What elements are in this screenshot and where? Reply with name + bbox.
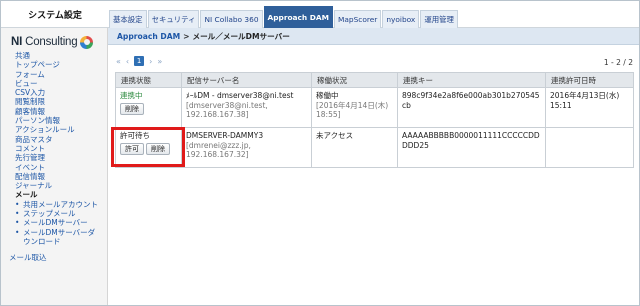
sidebar-item-mail-dm-server-download[interactable]: メールDMサーバーダウンロード bbox=[15, 228, 99, 247]
pager-last-icon[interactable]: » bbox=[157, 57, 162, 66]
server-detail: [dmrenei@zzz.jp, 192.168.167.32] bbox=[186, 140, 251, 160]
tab-bar: 基本設定 セキュリティ NI Collabo 360 Approach DAM … bbox=[109, 4, 459, 28]
logo-text: NI Consulting bbox=[11, 36, 78, 48]
sidebar-item-lead-management[interactable]: 先行管理 bbox=[15, 153, 107, 162]
table-row: 許可待ち 許可 削除 DMSERVER-DAMMY3 [dmrenei@zzz.j… bbox=[115, 127, 634, 168]
column-header-link-status: 連携状態 bbox=[115, 72, 182, 88]
tab-security[interactable]: セキュリティ bbox=[147, 10, 200, 28]
cell-operation-status: 未アクセス bbox=[311, 127, 398, 168]
sidebar-item-view[interactable]: ビュー bbox=[15, 79, 107, 88]
sidebar-item-mail-import[interactable]: メール取込 bbox=[9, 253, 107, 262]
sidebar-item-product-master[interactable]: 商品マスタ bbox=[15, 135, 107, 144]
app-title: システム設定 bbox=[28, 11, 82, 21]
tab-ni-collabo[interactable]: NI Collabo 360 bbox=[200, 10, 263, 28]
page-count: 1 - 2 / 2 bbox=[603, 58, 633, 67]
sidebar: NI Consulting 共通 トップページ フォーム ビュー CSV入力 閲… bbox=[1, 28, 108, 305]
logo: NI Consulting bbox=[11, 34, 94, 50]
status-badge: 連携中 bbox=[120, 91, 143, 100]
highlight-annotation-box bbox=[111, 127, 185, 167]
column-header-allowed-at: 連携許可日時 bbox=[545, 72, 634, 88]
cell-server-name: ﾒｰﾙDM - dmserver38@ni.test [dmserver38@n… bbox=[181, 87, 312, 128]
sidebar-item-toppage[interactable]: トップページ bbox=[15, 60, 107, 69]
sidebar-item-comment[interactable]: コメント bbox=[15, 144, 107, 153]
dm-server-table: 連携状態 配信サーバー名 稼働状況 連携キー 連携許可日時 連携中 削除 ﾒｰﾙ… bbox=[115, 72, 634, 168]
sidebar-item-action-rule[interactable]: アクションルール bbox=[15, 125, 107, 134]
logo-mark-icon bbox=[80, 35, 94, 49]
sidebar-item-common[interactable]: 共通 bbox=[15, 51, 107, 60]
breadcrumb-root-link[interactable]: Approach DAM bbox=[117, 32, 180, 41]
pager-prev-icon[interactable]: ‹ bbox=[126, 57, 129, 66]
sidebar-item-shared-mail-account[interactable]: 共用メールアカウント bbox=[15, 200, 107, 210]
cell-allowed-at: 2016年4月13日(水) 15:11 bbox=[545, 87, 634, 128]
sidebar-item-view-restriction[interactable]: 閲覧制限 bbox=[15, 97, 107, 106]
pager-current-page[interactable]: 1 bbox=[134, 56, 145, 66]
tab-mapscorer[interactable]: MapScorer bbox=[333, 10, 382, 28]
pager-next-icon[interactable]: › bbox=[149, 57, 152, 66]
sidebar-item-form[interactable]: フォーム bbox=[15, 70, 107, 79]
sidebar-item-event[interactable]: イベント bbox=[15, 163, 107, 172]
pager: « ‹ 1 › » bbox=[116, 56, 167, 66]
sidebar-nav: 共通 トップページ フォーム ビュー CSV入力 閲覧制限 顧客情報 パーソン情… bbox=[9, 51, 107, 263]
breadcrumb-separator: > bbox=[183, 31, 190, 41]
operation-timestamp: [2016年4月14日(木) 18:55] bbox=[316, 100, 389, 120]
cell-link-key: AAAAABBBBB0000011111CCCCCDDDDD25 bbox=[397, 127, 546, 168]
table-header-row: 連携状態 配信サーバー名 稼働状況 連携キー 連携許可日時 bbox=[115, 72, 634, 88]
server-detail: [dmserver38@ni.test, 192.168.167.38] bbox=[186, 100, 268, 120]
sidebar-heading-mail: メール bbox=[15, 190, 38, 200]
table-row: 連携中 削除 ﾒｰﾙDM - dmserver38@ni.test [dmser… bbox=[115, 87, 634, 128]
top-bar: システム設定 基本設定 セキュリティ NI Collabo 360 Approa… bbox=[1, 1, 639, 28]
delete-button[interactable]: 削除 bbox=[120, 102, 144, 115]
sidebar-item-step-mail[interactable]: ステップメール bbox=[15, 209, 107, 219]
cell-allowed-at bbox=[545, 127, 634, 168]
cell-server-name: DMSERVER-DAMMY3 [dmrenei@zzz.jp, 192.168… bbox=[181, 127, 312, 168]
cell-operation-status: 稼働中 [2016年4月14日(木) 18:55] bbox=[311, 87, 398, 128]
server-name: ﾒｰﾙDM - dmserver38@ni.test bbox=[186, 91, 294, 100]
tab-approach-dam[interactable]: Approach DAM bbox=[263, 6, 333, 28]
main-content: Approach DAM > メール／メールDMサーバー « ‹ 1 › » 1… bbox=[108, 28, 639, 305]
cell-link-status: 連携中 削除 bbox=[115, 87, 182, 128]
breadcrumb-current: メール／メールDMサーバー bbox=[192, 31, 290, 41]
tab-nyoibox[interactable]: nyoibox bbox=[382, 10, 420, 28]
operation-status: 未アクセス bbox=[316, 131, 354, 140]
tab-operations[interactable]: 運用管理 bbox=[420, 10, 458, 28]
column-header-operation-status: 稼働状況 bbox=[311, 72, 398, 88]
breadcrumb: Approach DAM > メール／メールDMサーバー bbox=[108, 28, 639, 45]
column-header-server-name: 配信サーバー名 bbox=[181, 72, 312, 88]
sidebar-item-journal[interactable]: ジャーナル bbox=[15, 181, 107, 190]
cell-link-key: 898c9f34e2a8f6e000ab301b270545cb bbox=[397, 87, 546, 128]
sidebar-item-mail-dm-server[interactable]: メールDMサーバー bbox=[15, 218, 107, 228]
sidebar-item-customer-info[interactable]: 顧客情報 bbox=[15, 107, 107, 116]
server-name: DMSERVER-DAMMY3 bbox=[186, 131, 264, 140]
column-header-link-key: 連携キー bbox=[397, 72, 546, 88]
tab-basic-settings[interactable]: 基本設定 bbox=[109, 10, 147, 28]
pager-first-icon[interactable]: « bbox=[116, 57, 121, 66]
sidebar-item-person-info[interactable]: パーソン情報 bbox=[15, 116, 107, 125]
operation-status: 稼働中 bbox=[316, 91, 339, 100]
sidebar-item-delivery-info[interactable]: 配信情報 bbox=[15, 172, 107, 181]
